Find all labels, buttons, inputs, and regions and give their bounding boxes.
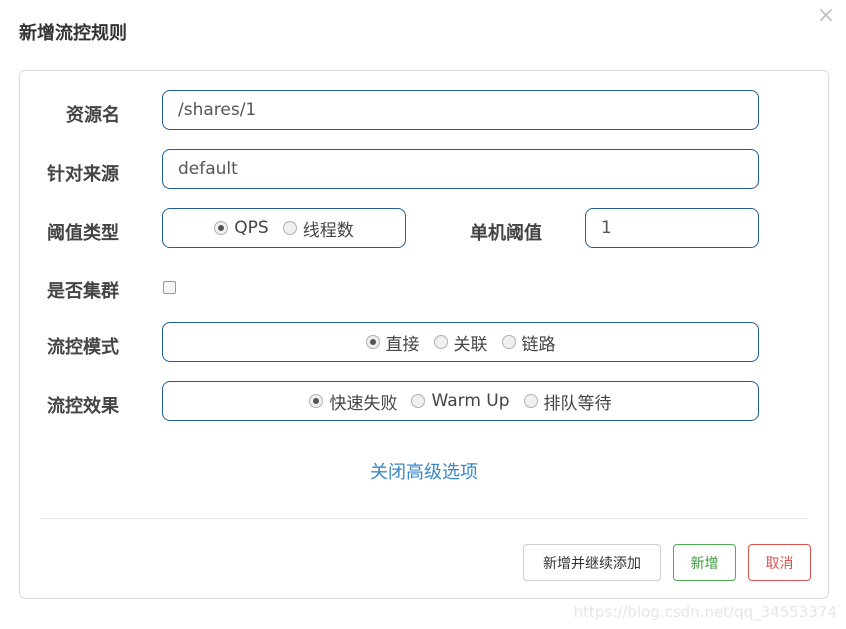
single-threshold-label: 单机阈值 [470, 223, 542, 244]
cluster-mode-label: 是否集群 [47, 281, 119, 302]
flow-mode-option-direct[interactable]: 直接 [365, 330, 420, 355]
radio-label: QPS [234, 218, 269, 238]
limit-app-label: 针对来源 [47, 164, 119, 185]
flow-mode-radio-group: 直接 关联 链路 [162, 322, 759, 362]
radio-label: 排队等待 [543, 393, 612, 414]
cluster-mode-checkbox[interactable] [163, 281, 176, 294]
advanced-options-toggle-link[interactable]: 关闭高级选项 [20, 458, 828, 484]
radio-checked-icon [309, 394, 324, 408]
footer-divider [40, 518, 808, 519]
resource-name-value: /shares/1 [178, 100, 257, 120]
radio-label: 直接 [385, 334, 420, 355]
resource-name-input[interactable]: /shares/1 [162, 90, 759, 130]
radio-unchecked-icon [523, 394, 538, 408]
radio-label: Warm Up [431, 391, 510, 411]
flow-effect-option-queue[interactable]: 排队等待 [523, 389, 612, 414]
radio-label: 关联 [453, 334, 488, 355]
radio-label: 线程数 [302, 220, 354, 241]
radio-label: 链路 [521, 334, 556, 355]
radio-checked-icon [365, 335, 380, 349]
radio-unchecked-icon [433, 335, 448, 349]
limit-app-value: default [178, 159, 238, 179]
form-panel: 资源名 /shares/1 针对来源 default 阈值类型 QPS 线程数 … [19, 70, 829, 599]
radio-unchecked-icon [501, 335, 516, 349]
flow-effect-label: 流控效果 [47, 396, 119, 417]
flow-effect-option-warm-up[interactable]: Warm Up [411, 391, 510, 411]
flow-effect-radio-group: 快速失败 Warm Up 排队等待 [162, 381, 759, 421]
threshold-type-option-thread[interactable]: 线程数 [282, 216, 354, 241]
close-icon[interactable]: × [816, 5, 836, 27]
radio-label: 快速失败 [329, 393, 398, 414]
threshold-type-option-qps[interactable]: QPS [214, 218, 269, 238]
radio-unchecked-icon [411, 394, 426, 408]
radio-unchecked-icon [282, 221, 297, 235]
limit-app-input[interactable]: default [162, 149, 759, 189]
add-button[interactable]: 新增 [673, 544, 736, 581]
single-threshold-value: 1 [601, 218, 612, 238]
watermark: https://blog.csdn.net/qq_34553374 [573, 603, 837, 621]
dialog-title: 新增流控规则 [19, 23, 127, 44]
single-threshold-input[interactable]: 1 [585, 208, 759, 248]
flow-mode-option-chain[interactable]: 链路 [501, 330, 556, 355]
flow-mode-option-relate[interactable]: 关联 [433, 330, 488, 355]
threshold-type-radio-group: QPS 线程数 [162, 208, 406, 248]
radio-checked-icon [214, 221, 229, 235]
threshold-type-label: 阈值类型 [47, 223, 119, 244]
add-and-continue-button[interactable]: 新增并继续添加 [523, 544, 661, 581]
resource-name-label: 资源名 [66, 105, 120, 126]
cancel-button[interactable]: 取消 [748, 544, 811, 581]
flow-effect-option-fast-fail[interactable]: 快速失败 [309, 389, 397, 414]
flow-mode-label: 流控模式 [47, 337, 119, 358]
